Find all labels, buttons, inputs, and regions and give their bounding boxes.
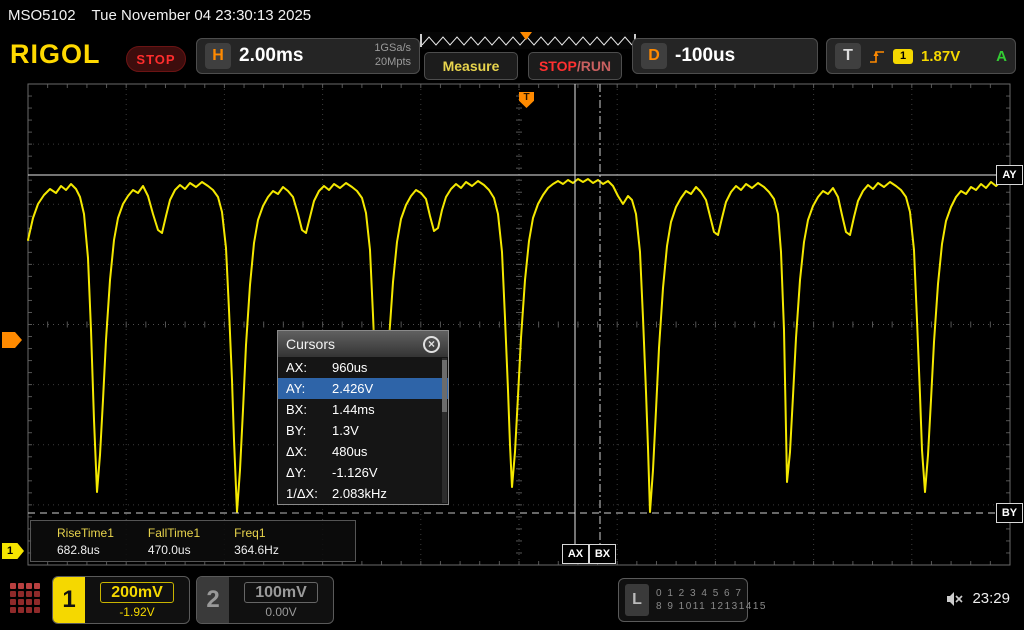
cursors-dialog: Cursors × AX: 960us AY: 2.426V BX: 1.44m… (277, 330, 449, 505)
cursor-ay-tab[interactable]: AY (996, 165, 1023, 185)
cursor-by-tab[interactable]: BY (996, 503, 1023, 523)
cursor-row-value: 480us (332, 444, 367, 459)
cursor-row-by[interactable]: BY: 1.3V (278, 420, 448, 441)
measurement-value: 470.0us (148, 543, 200, 557)
measurement-name: FallTime1 (148, 526, 200, 540)
measurement-falltime: FallTime1 470.0us (148, 526, 200, 561)
measurement-risetime: RiseTime1 682.8us (57, 526, 114, 561)
measurement-value: 682.8us (57, 543, 114, 557)
cursors-dialog-title: Cursors (286, 336, 335, 352)
cursor-row-label: BX: (286, 402, 332, 417)
cursor-row-label: BY: (286, 423, 332, 438)
cursor-row-label: AY: (286, 381, 332, 396)
measurement-name: RiseTime1 (57, 526, 114, 540)
cursors-dialog-titlebar[interactable]: Cursors × (278, 331, 448, 357)
cursor-row-label: AX: (286, 360, 332, 375)
cursor-row-ay[interactable]: AY: 2.426V (278, 378, 448, 399)
cursor-row-value: 960us (332, 360, 367, 375)
cursor-row-dy[interactable]: ΔY: -1.126V (278, 462, 448, 483)
cursor-row-value: -1.126V (332, 465, 378, 480)
measurement-name: Freq1 (234, 526, 279, 540)
cursor-row-value: 2.083kHz (332, 486, 387, 501)
cursor-bx-tab[interactable]: BX (589, 544, 616, 564)
dialog-scrollbar[interactable] (442, 358, 447, 503)
cursor-row-label: 1/ΔX: (286, 486, 332, 501)
cursor-row-inv-dx[interactable]: 1/ΔX: 2.083kHz (278, 483, 448, 504)
close-icon[interactable]: × (423, 336, 440, 353)
cursor-ax-tab[interactable]: AX (562, 544, 589, 564)
cursors-dialog-body: AX: 960us AY: 2.426V BX: 1.44ms BY: 1.3V… (278, 357, 448, 504)
cursor-row-value: 1.44ms (332, 402, 375, 417)
cursor-row-value: 1.3V (332, 423, 359, 438)
measurement-freq: Freq1 364.6Hz (234, 526, 279, 561)
dialog-scrollbar-thumb[interactable] (442, 360, 447, 412)
cursor-row-ax[interactable]: AX: 960us (278, 357, 448, 378)
measurement-value: 364.6Hz (234, 543, 279, 557)
cursor-row-value: 2.426V (332, 381, 373, 396)
cursor-row-dx[interactable]: ΔX: 480us (278, 441, 448, 462)
cursor-row-label: ΔY: (286, 465, 332, 480)
cursor-row-label: ΔX: (286, 444, 332, 459)
cursor-row-bx[interactable]: BX: 1.44ms (278, 399, 448, 420)
measurement-panel: RiseTime1 682.8us FallTime1 470.0us Freq… (30, 520, 356, 562)
